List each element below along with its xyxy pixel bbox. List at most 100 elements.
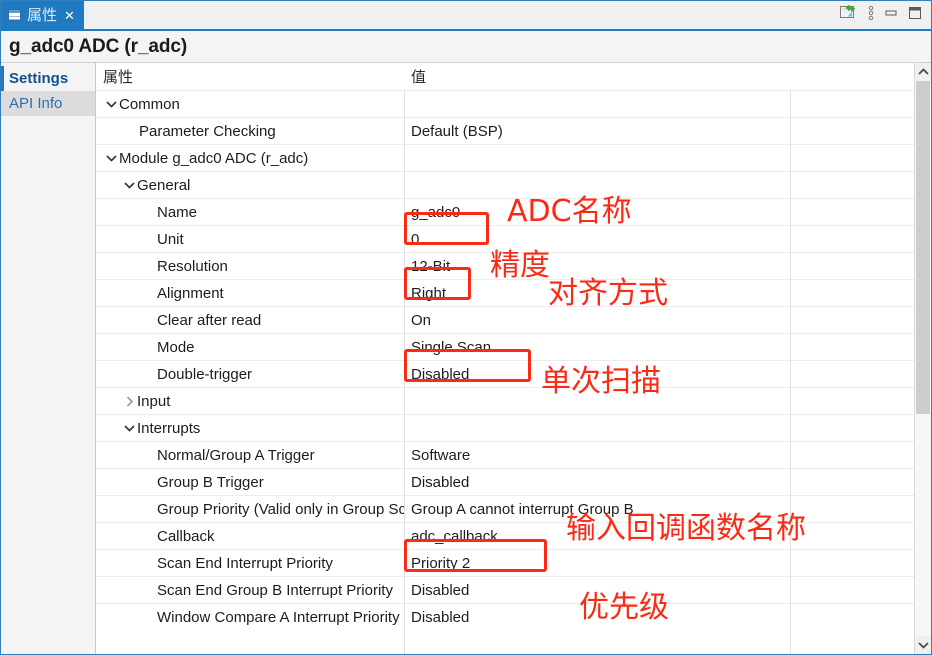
table-row[interactable]: Scan End Group B Interrupt Priority Disab… xyxy=(96,576,914,603)
row-tail-cell[interactable] xyxy=(790,388,914,414)
row-property-cell[interactable]: Parameter Checking xyxy=(96,118,404,144)
row-tail-cell[interactable] xyxy=(790,199,914,225)
close-icon[interactable]: ✕ xyxy=(63,9,76,22)
table-row[interactable]: General xyxy=(96,171,914,198)
table-row[interactable]: Alignment Right xyxy=(96,279,914,306)
scroll-down-button[interactable] xyxy=(915,636,931,654)
chevron-down-icon[interactable] xyxy=(121,415,137,441)
row-property-cell[interactable]: Resolution xyxy=(96,253,404,279)
row-value-cell[interactable]: Disabled xyxy=(404,469,790,495)
row-tail-cell[interactable] xyxy=(790,415,914,441)
row-tail-cell[interactable] xyxy=(790,253,914,279)
row-property-cell[interactable]: Input xyxy=(96,388,404,414)
row-tail-cell[interactable] xyxy=(790,577,914,603)
row-tail-cell[interactable] xyxy=(790,334,914,360)
row-tail-cell[interactable] xyxy=(790,469,914,495)
row-tail-cell[interactable] xyxy=(790,280,914,306)
table-row[interactable]: Input xyxy=(96,387,914,414)
row-tail-cell[interactable] xyxy=(790,550,914,576)
row-property-cell[interactable]: General xyxy=(96,172,404,198)
row-value-cell[interactable] xyxy=(404,172,790,198)
row-tail-cell[interactable] xyxy=(790,145,914,171)
vertical-scrollbar[interactable] xyxy=(914,63,931,654)
row-tail-cell[interactable] xyxy=(790,118,914,144)
row-property-cell[interactable]: Alignment xyxy=(96,280,404,306)
row-tail-cell[interactable] xyxy=(790,91,914,117)
chevron-right-icon[interactable] xyxy=(121,388,137,414)
table-row[interactable]: Name g_adc0 xyxy=(96,198,914,225)
chevron-down-icon[interactable] xyxy=(103,145,119,171)
row-value-cell[interactable]: adc_callback xyxy=(404,523,790,549)
row-value-cell[interactable]: Single Scan xyxy=(404,334,790,360)
row-value-cell[interactable]: Disabled xyxy=(404,577,790,603)
row-tail-cell[interactable] xyxy=(790,523,914,549)
row-property-cell[interactable]: Group B Trigger xyxy=(96,469,404,495)
column-header-property[interactable]: 属性 xyxy=(96,66,404,87)
row-value-cell[interactable]: On xyxy=(404,307,790,333)
row-tail-cell[interactable] xyxy=(790,496,914,522)
table-row[interactable]: Group B Trigger Disabled xyxy=(96,468,914,495)
row-property-cell[interactable]: Name xyxy=(96,199,404,225)
tab-properties[interactable]: 属性 ✕ xyxy=(1,1,84,29)
row-value-cell[interactable] xyxy=(404,91,790,117)
row-tail-cell[interactable] xyxy=(790,361,914,387)
row-property-cell[interactable]: Module g_adc0 ADC (r_adc) xyxy=(96,145,404,171)
column-header-value[interactable]: 值 xyxy=(404,66,790,87)
row-property-cell[interactable]: Callback xyxy=(96,523,404,549)
row-property-cell[interactable]: Clear after read xyxy=(96,307,404,333)
row-property-cell[interactable]: Mode xyxy=(96,334,404,360)
row-value-cell[interactable]: Software xyxy=(404,442,790,468)
table-row[interactable]: Window Compare A Interrupt Priority Disab… xyxy=(96,603,914,630)
sidebar-item-settings[interactable]: Settings xyxy=(1,66,95,91)
row-value-cell[interactable] xyxy=(404,145,790,171)
row-property-cell[interactable]: Window Compare A Interrupt Priority xyxy=(96,604,404,630)
table-row[interactable]: Mode Single Scan xyxy=(96,333,914,360)
table-row[interactable]: Scan End Interrupt Priority Priority 2 xyxy=(96,549,914,576)
scrollbar-track[interactable] xyxy=(915,81,931,636)
row-value-cell[interactable]: 12-Bit xyxy=(404,253,790,279)
table-row[interactable]: Normal/Group A Trigger Software xyxy=(96,441,914,468)
table-row[interactable]: Module g_adc0 ADC (r_adc) xyxy=(96,144,914,171)
scrollbar-thumb[interactable] xyxy=(916,81,930,414)
chevron-down-icon[interactable] xyxy=(121,172,137,198)
table-row[interactable]: Common xyxy=(96,90,914,117)
row-property-cell[interactable]: Normal/Group A Trigger xyxy=(96,442,404,468)
row-tail-cell[interactable] xyxy=(790,307,914,333)
row-tail-cell[interactable] xyxy=(790,442,914,468)
row-value-cell[interactable]: Disabled xyxy=(404,604,790,630)
row-value-cell[interactable]: Default (BSP) xyxy=(404,118,790,144)
minimize-icon[interactable] xyxy=(884,6,898,25)
row-value-cell[interactable]: Group A cannot interrupt Group B xyxy=(404,496,790,522)
table-row[interactable]: Interrupts xyxy=(96,414,914,441)
new-view-icon[interactable] xyxy=(840,4,858,26)
row-value-cell[interactable]: 0 xyxy=(404,226,790,252)
row-tail-cell[interactable] xyxy=(790,226,914,252)
row-value-cell[interactable] xyxy=(404,415,790,441)
table-row[interactable]: Clear after read On xyxy=(96,306,914,333)
sidebar-item-api-info[interactable]: API Info xyxy=(1,91,95,116)
table-row[interactable]: Unit 0 xyxy=(96,225,914,252)
table-row[interactable]: Parameter Checking Default (BSP) xyxy=(96,117,914,144)
row-property-cell[interactable]: Common xyxy=(96,91,404,117)
chevron-down-icon[interactable] xyxy=(103,91,119,117)
row-value-cell[interactable]: g_adc0 xyxy=(404,199,790,225)
table-row[interactable]: Callback adc_callback xyxy=(96,522,914,549)
row-property-cell[interactable]: Unit xyxy=(96,226,404,252)
row-tail-cell[interactable] xyxy=(790,172,914,198)
view-menu-icon[interactable] xyxy=(868,5,874,26)
row-property-cell[interactable]: Interrupts xyxy=(96,415,404,441)
row-value-cell[interactable]: Priority 2 xyxy=(404,550,790,576)
table-row[interactable]: Resolution 12-Bit xyxy=(96,252,914,279)
row-value-cell[interactable]: Disabled xyxy=(404,361,790,387)
row-property-cell[interactable]: Scan End Interrupt Priority xyxy=(96,550,404,576)
row-property-cell[interactable]: Double-trigger xyxy=(96,361,404,387)
row-tail-cell[interactable] xyxy=(790,604,914,630)
row-value-cell[interactable] xyxy=(404,388,790,414)
row-property-cell[interactable]: Scan End Group B Interrupt Priority xyxy=(96,577,404,603)
table-row[interactable]: Group Priority (Valid only in Group Scan… xyxy=(96,495,914,522)
maximize-icon[interactable] xyxy=(908,6,922,25)
row-property-cell[interactable]: Group Priority (Valid only in Group Scan… xyxy=(96,496,404,522)
row-value-cell[interactable]: Right xyxy=(404,280,790,306)
table-row[interactable]: Double-trigger Disabled xyxy=(96,360,914,387)
scroll-up-button[interactable] xyxy=(915,63,931,81)
